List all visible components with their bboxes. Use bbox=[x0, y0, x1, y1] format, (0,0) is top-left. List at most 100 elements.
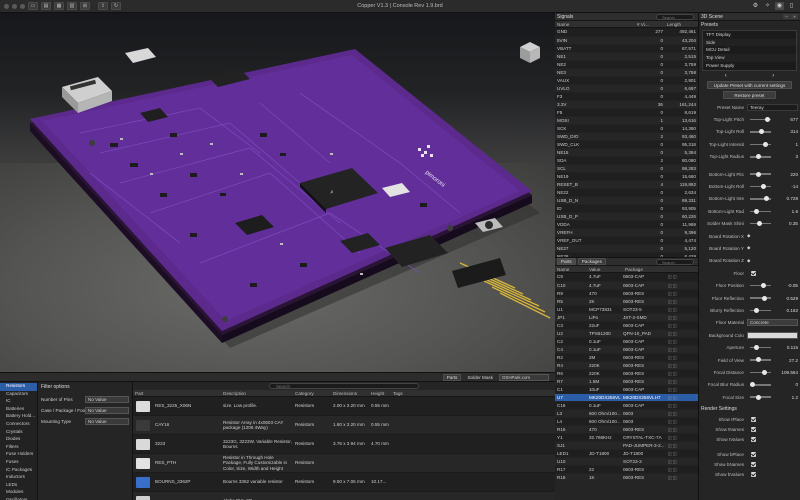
part-visibility-icon[interactable]: ◫ ◫ bbox=[666, 329, 698, 338]
preset-item[interactable]: MCU Detail bbox=[703, 46, 796, 54]
part-row[interactable]: SJ1 PAD-JUMPER-3-2... ◫ ◫ bbox=[555, 441, 698, 450]
settings-icon[interactable]: ⚙ bbox=[751, 2, 760, 10]
signal-row[interactable]: NE22 0 2,634 bbox=[555, 188, 698, 197]
slider-knob[interactable] bbox=[756, 394, 762, 400]
part-visibility-icon[interactable]: ◫ ◫ bbox=[666, 353, 698, 362]
part-visibility-icon[interactable]: ◫ ◫ bbox=[666, 425, 698, 434]
category-item[interactable]: IC bbox=[0, 398, 37, 406]
part-row[interactable]: U2 TPS61200 QFN-10_PAD ◫ ◫ bbox=[555, 329, 698, 338]
part-visibility-icon[interactable]: ◫ ◫ bbox=[666, 449, 698, 458]
category-item[interactable]: IC Packages bbox=[0, 467, 37, 475]
part-row[interactable]: C3 22uF 0603-CAP ◫ ◫ bbox=[555, 321, 698, 330]
library-search-input[interactable]: Search bbox=[269, 383, 419, 389]
part-row[interactable]: Y1 32.768KHz CRYSTAL-TXC-7A ◫ ◫ bbox=[555, 433, 698, 442]
category-item[interactable]: Fuses bbox=[0, 459, 37, 467]
slider-value[interactable]: 109.564 bbox=[774, 370, 798, 375]
preset-item[interactable]: Side bbox=[703, 38, 796, 47]
sidebar-right-icon[interactable]: ▯ bbox=[787, 2, 796, 10]
category-item[interactable]: Batteries bbox=[0, 406, 37, 414]
part-visibility-icon[interactable]: ◫ ◫ bbox=[666, 465, 698, 474]
slider-value[interactable]: 3 bbox=[774, 154, 798, 159]
preset-name-input[interactable]: Teeray bbox=[747, 103, 798, 111]
slider-track[interactable] bbox=[750, 183, 771, 189]
slider-knob[interactable] bbox=[763, 196, 769, 202]
slider-value[interactable]: 1.2 bbox=[774, 395, 798, 400]
category-item[interactable]: Crystals bbox=[0, 429, 37, 437]
library-row[interactable]: BOURNS_3362P Bourns 3362 variable resisto… bbox=[133, 473, 555, 492]
slider-knob[interactable] bbox=[764, 117, 770, 123]
slider-knob[interactable] bbox=[761, 295, 767, 301]
part-visibility-icon[interactable]: ◫ ◫ bbox=[666, 297, 698, 306]
library-row[interactable]: RES_3225_X06N size. Low profile. Resistors… bbox=[133, 397, 555, 416]
slider-track[interactable] bbox=[750, 283, 771, 289]
rotation-knob-icon[interactable]: ◆ bbox=[747, 245, 751, 251]
part-visibility-icon[interactable]: ◫ ◫ bbox=[666, 441, 698, 450]
part-visibility-icon[interactable]: ◫ ◫ bbox=[666, 401, 698, 410]
signal-row[interactable]: RESET_B 4 119,892 bbox=[555, 180, 698, 189]
part-visibility-icon[interactable]: ◫ ◫ bbox=[666, 473, 698, 482]
library-row[interactable]: CAY16 Resistor Array in 4x0603 CAY packag… bbox=[133, 416, 555, 435]
category-item[interactable]: Resistors bbox=[0, 383, 37, 391]
signal-row[interactable]: F5 0 8,619 bbox=[555, 108, 698, 117]
slider-track[interactable] bbox=[750, 117, 771, 123]
part-visibility-icon[interactable]: ◫ ◫ bbox=[666, 345, 698, 354]
parts-table[interactable]: C9 4.7uF 0603-CAP ◫ ◫ C10 4.7uF 0603-CAP ◫ ◫ R9 4… bbox=[555, 273, 698, 482]
signal-row[interactable]: SCL 0 98,283 bbox=[555, 164, 698, 173]
slider-knob[interactable] bbox=[750, 382, 755, 388]
signal-row[interactable]: SDA 2 80,080 bbox=[555, 156, 698, 165]
signal-row[interactable]: USB_D_N 0 69,331 bbox=[555, 196, 698, 205]
category-item[interactable]: Connectors bbox=[0, 421, 37, 429]
slider-track[interactable] bbox=[750, 394, 771, 400]
share-icon[interactable]: ⇪ bbox=[98, 2, 108, 10]
signal-row[interactable]: 3.3V 36 161,244 bbox=[555, 100, 698, 109]
signal-row[interactable]: NE3 0 3,758 bbox=[555, 68, 698, 77]
slider-value[interactable]: 314 bbox=[774, 129, 798, 134]
filter-select[interactable]: No Value bbox=[85, 407, 129, 414]
part-row[interactable]: R4 220K 0603-RES ◫ ◫ bbox=[555, 361, 698, 370]
plus-icon[interactable]: + bbox=[791, 14, 798, 19]
signal-row[interactable]: USB_D_P 0 60,226 bbox=[555, 212, 698, 221]
signal-row[interactable]: NE19 0 15,660 bbox=[555, 172, 698, 181]
slider-knob[interactable] bbox=[756, 154, 762, 160]
tab-packages[interactable]: Packages bbox=[577, 258, 606, 265]
slider-value[interactable]: -14 bbox=[774, 184, 798, 189]
slider-track[interactable] bbox=[750, 369, 771, 375]
background-color-swatch[interactable] bbox=[747, 331, 798, 339]
render-checkbox[interactable] bbox=[751, 451, 756, 457]
slider-knob[interactable] bbox=[754, 307, 760, 313]
part-visibility-icon[interactable]: ◫ ◫ bbox=[666, 377, 698, 386]
part-row[interactable]: C4 0.1uF 0603-CAP ◫ ◫ bbox=[555, 345, 698, 354]
slider-knob[interactable] bbox=[759, 129, 765, 135]
window-controls[interactable] bbox=[4, 3, 25, 9]
part-visibility-icon[interactable]: ◫ ◫ bbox=[666, 337, 698, 346]
signal-row[interactable]: GND 277 492,461 bbox=[555, 28, 698, 37]
part-row[interactable]: R7 1.5M 0603-RES ◫ ◫ bbox=[555, 377, 698, 386]
signal-row[interactable]: ID 0 93,905 bbox=[555, 204, 698, 213]
signal-row[interactable]: VBATT 0 67,571 bbox=[555, 44, 698, 53]
filter-select[interactable]: No Value bbox=[85, 396, 129, 403]
slider-value[interactable]: 677 bbox=[774, 117, 798, 122]
signal-row[interactable]: SWD_CLK 0 95,318 bbox=[555, 140, 698, 149]
part-row[interactable]: R17 22 0603-RES ◫ ◫ bbox=[555, 465, 698, 474]
signal-row[interactable]: VDDA 0 11,969 bbox=[555, 220, 698, 229]
slider-value[interactable]: 220 bbox=[774, 172, 798, 177]
update-preset-button[interactable]: Update Preset with current settings bbox=[707, 81, 792, 89]
slider-track[interactable] bbox=[750, 382, 771, 388]
part-visibility-icon[interactable]: ◫ ◫ bbox=[666, 409, 698, 418]
slider-value[interactable]: 0.728 bbox=[774, 196, 799, 201]
part-row[interactable]: R5 2K 0603-RES ◫ ◫ bbox=[555, 297, 698, 306]
slider-value[interactable]: 0.162 bbox=[774, 308, 799, 313]
part-visibility-icon[interactable]: ◫ ◫ bbox=[666, 369, 698, 378]
signal-row[interactable]: NE2 0 3,759 bbox=[555, 60, 698, 69]
signal-row[interactable]: VREFH 0 9,396 bbox=[555, 228, 698, 237]
signal-row[interactable]: 5VIN 0 43,204 bbox=[555, 36, 698, 45]
slider-track[interactable] bbox=[750, 171, 771, 177]
signals-table[interactable]: GND 277 492,461 5VIN 0 43,204 VBATT 0 67,571 NE1 0… bbox=[555, 28, 698, 277]
slider-track[interactable] bbox=[750, 307, 771, 313]
slider-track[interactable] bbox=[750, 345, 771, 351]
library-row[interactable]: Alpha RVL-9P bbox=[133, 492, 555, 500]
part-row[interactable]: R9 470 0603-RES ◫ ◫ bbox=[555, 289, 698, 298]
part-visibility-icon[interactable]: ◫ ◫ bbox=[666, 313, 698, 322]
signal-row[interactable]: NE1 0 2,515 bbox=[555, 52, 698, 61]
slider-knob[interactable] bbox=[760, 183, 766, 189]
